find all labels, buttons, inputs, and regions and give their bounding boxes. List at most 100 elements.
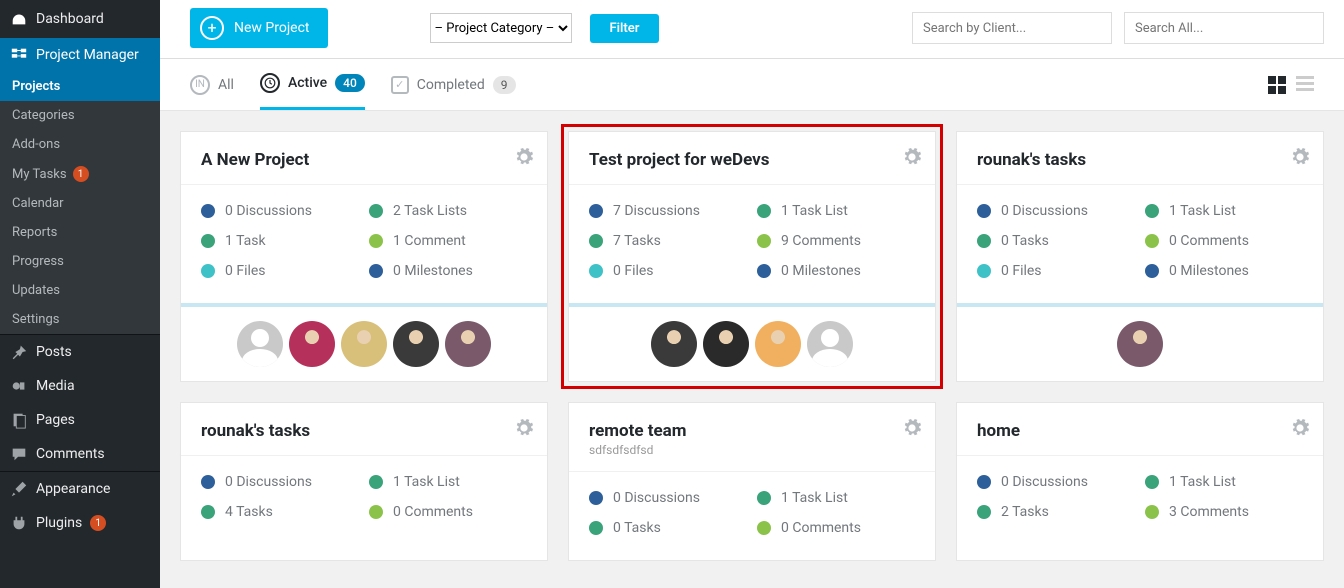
stat-label: 1 Comment: [393, 233, 466, 249]
sidebar-item-comments[interactable]: Comments: [0, 437, 160, 471]
project-stats: 7 Discussions1 Task List7 Tasks9 Comment…: [569, 185, 935, 303]
project-card[interactable]: A New Project0 Discussions2 Task Lists1 …: [180, 131, 548, 382]
project-card[interactable]: rounak's tasks0 Discussions1 Task List0 …: [956, 131, 1324, 382]
stat-label: 4 Tasks: [225, 504, 273, 520]
project-title: Test project for weDevs: [589, 150, 915, 170]
sidebar-label: Project Manager: [36, 47, 139, 63]
gear-icon[interactable]: [903, 419, 921, 441]
stat-label: 2 Tasks: [1001, 504, 1049, 520]
toolbar: + New Project – Project Category – Filte…: [160, 0, 1344, 59]
check-icon: ✓: [391, 76, 409, 94]
project-card-header: home: [957, 403, 1323, 456]
sidebar-sub-settings[interactable]: Settings: [0, 305, 160, 334]
filter-tabs: IN All Active 40 ✓ Completed 9: [160, 59, 1344, 111]
list-view-button[interactable]: [1296, 76, 1314, 94]
sidebar-sub-projects[interactable]: Projects: [0, 72, 160, 101]
sidebar-item-media[interactable]: Media: [0, 369, 160, 403]
gear-icon[interactable]: [903, 148, 921, 170]
sidebar-sub-mytasks[interactable]: My Tasks 1: [0, 159, 160, 189]
project-card-header: remote teamsdfsdfsdfsd: [569, 403, 935, 472]
stat-label: 0 Milestones: [1169, 263, 1249, 279]
grid-view-button[interactable]: [1268, 76, 1286, 94]
avatar[interactable]: [445, 321, 491, 367]
avatar[interactable]: [807, 321, 853, 367]
project-card-header: A New Project: [181, 132, 547, 185]
stat-label: 1 Task: [225, 233, 266, 249]
sidebar-item-dashboard[interactable]: Dashboard: [0, 0, 160, 38]
avatar[interactable]: [703, 321, 749, 367]
stat-dot: [1145, 204, 1159, 218]
avatar[interactable]: [651, 321, 697, 367]
stat-tasks: 1 Task: [201, 233, 359, 249]
avatar[interactable]: [393, 321, 439, 367]
project-card[interactable]: Test project for weDevs 7 Discussions1 Ta…: [568, 131, 936, 382]
project-members: [957, 303, 1323, 381]
stat-discussions: 0 Discussions: [977, 203, 1135, 219]
gear-icon[interactable]: [1291, 148, 1309, 170]
sidebar-item-pages[interactable]: Pages: [0, 403, 160, 437]
project-stats: 0 Discussions1 Task List0 Tasks0 Comment…: [569, 472, 935, 560]
sidebar-sub-progress[interactable]: Progress: [0, 247, 160, 276]
avatar[interactable]: [237, 321, 283, 367]
search-all-input[interactable]: [1124, 12, 1324, 44]
stat-comments: 1 Comment: [369, 233, 527, 249]
search-client-input[interactable]: [912, 12, 1112, 44]
stat-dot: [757, 264, 771, 278]
sidebar-sub-updates[interactable]: Updates: [0, 276, 160, 305]
avatar[interactable]: [755, 321, 801, 367]
project-card[interactable]: home0 Discussions1 Task List2 Tasks3 Com…: [956, 402, 1324, 561]
project-card[interactable]: remote teamsdfsdfsdfsd0 Discussions1 Tas…: [568, 402, 936, 561]
stat-milestones: 0 Milestones: [757, 263, 915, 279]
stat-dot: [1145, 475, 1159, 489]
stat-comments: 0 Comments: [369, 504, 527, 520]
stat-dot: [757, 204, 771, 218]
project-title: A New Project: [201, 150, 527, 170]
stat-dot: [369, 475, 383, 489]
mytasks-badge: 1: [73, 166, 89, 182]
avatar[interactable]: [1117, 321, 1163, 367]
stat-dot: [369, 264, 383, 278]
stat-dot: [977, 204, 991, 218]
avatar[interactable]: [341, 321, 387, 367]
stat-label: 0 Discussions: [1001, 203, 1088, 219]
stat-tasks: 0 Tasks: [589, 520, 747, 536]
stat-comments: 3 Comments: [1145, 504, 1303, 520]
avatar[interactable]: [289, 321, 335, 367]
sidebar-label: Comments: [36, 446, 105, 462]
stat-label: 0 Milestones: [781, 263, 861, 279]
stat-label: 0 Comments: [781, 520, 861, 536]
sidebar-item-project-manager[interactable]: Project Manager: [0, 38, 160, 72]
stat-dot: [589, 234, 603, 248]
stat-dot: [977, 264, 991, 278]
tab-completed[interactable]: ✓ Completed 9: [391, 76, 516, 108]
sidebar-label: Dashboard: [36, 11, 104, 27]
sidebar-sub-addons[interactable]: Add-ons: [0, 130, 160, 159]
project-category-select[interactable]: – Project Category –: [430, 13, 572, 43]
project-title: rounak's tasks: [977, 150, 1303, 170]
gear-icon[interactable]: [515, 419, 533, 441]
sidebar-item-appearance[interactable]: Appearance: [0, 471, 160, 506]
stat-dot: [589, 521, 603, 535]
plus-icon: +: [200, 16, 224, 40]
sidebar-sub-reports[interactable]: Reports: [0, 218, 160, 247]
sidebar-item-posts[interactable]: Posts: [0, 334, 160, 369]
filter-button[interactable]: Filter: [590, 14, 660, 43]
tab-active[interactable]: Active 40: [260, 73, 365, 110]
stat-dot: [201, 264, 215, 278]
sidebar-item-plugins[interactable]: Plugins 1: [0, 506, 160, 540]
stat-dot: [977, 234, 991, 248]
stat-tasklists: 1 Task List: [369, 474, 527, 490]
stat-dot: [201, 505, 215, 519]
gear-icon[interactable]: [1291, 419, 1309, 441]
project-stats: 0 Discussions1 Task List4 Tasks0 Comment…: [181, 456, 547, 544]
stat-milestones: 0 Milestones: [1145, 263, 1303, 279]
project-card[interactable]: rounak's tasks0 Discussions1 Task List4 …: [180, 402, 548, 561]
tab-all[interactable]: IN All: [190, 75, 234, 109]
new-project-button[interactable]: + New Project: [190, 8, 328, 48]
sidebar-submenu: Projects Categories Add-ons My Tasks 1 C…: [0, 72, 160, 334]
sidebar-sub-calendar[interactable]: Calendar: [0, 189, 160, 218]
sidebar-sub-categories[interactable]: Categories: [0, 101, 160, 130]
stat-tasks: 7 Tasks: [589, 233, 747, 249]
stat-tasks: 2 Tasks: [977, 504, 1135, 520]
gear-icon[interactable]: [515, 148, 533, 170]
